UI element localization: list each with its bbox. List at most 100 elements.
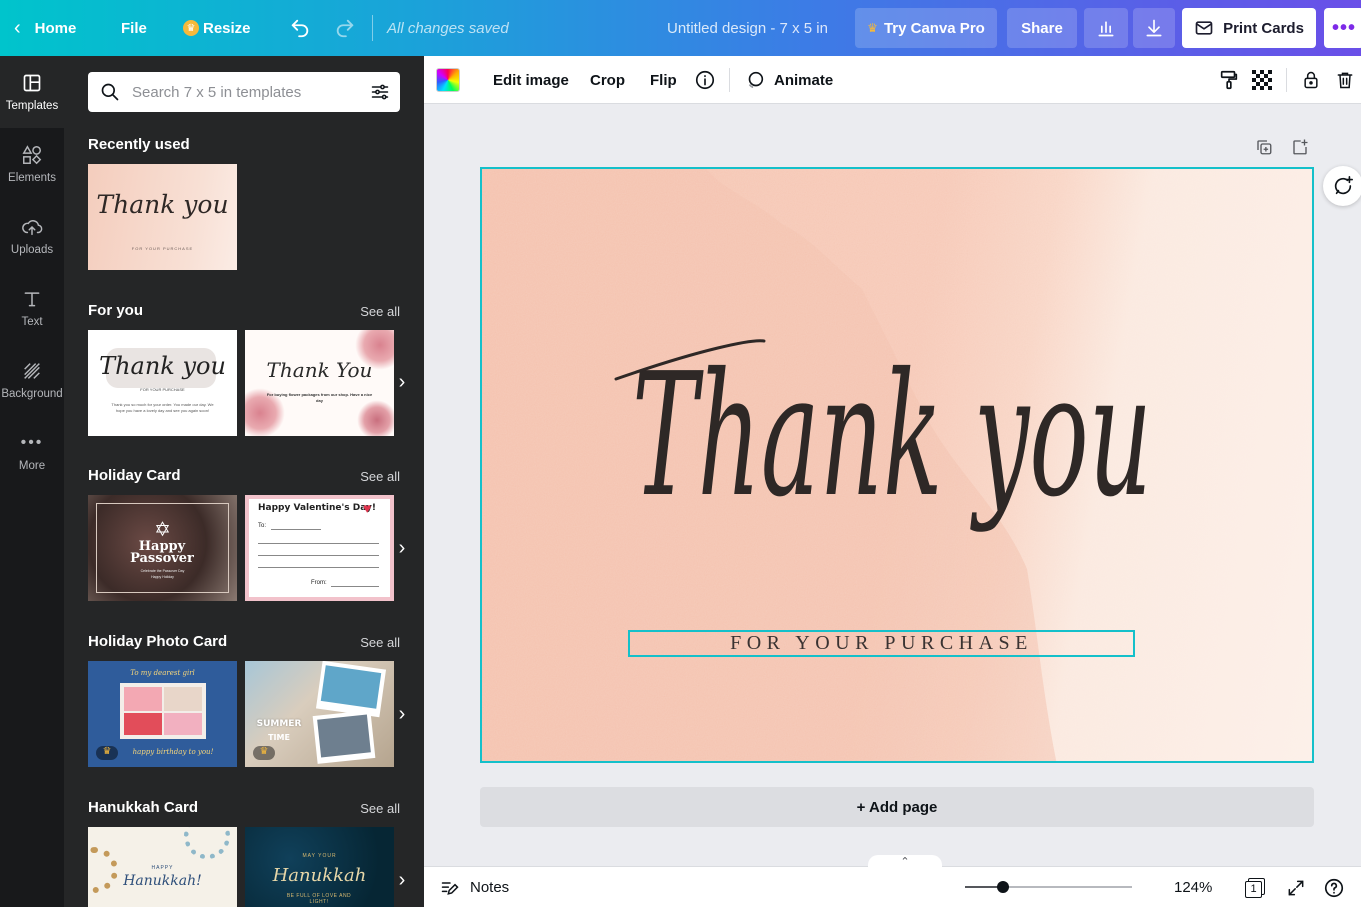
rule: [258, 567, 379, 568]
design-page[interactable]: Thank you FOR YOUR PURCHASE: [480, 167, 1314, 763]
thumb-title: Thank you: [99, 352, 226, 380]
duplicate-page-button[interactable]: [1255, 138, 1273, 161]
home-label: Home: [34, 19, 77, 37]
fullscreen-button[interactable]: [1286, 867, 1306, 907]
template-thumbnail[interactable]: Thank you FOR YOUR PURCHASE: [88, 164, 237, 270]
thumb-small: Happy Holiday: [151, 575, 174, 579]
section-title-for-you: For you: [88, 302, 143, 319]
rail-label: Text: [21, 316, 43, 328]
show-pages-toggle[interactable]: ⌃: [868, 855, 942, 869]
zoom-slider-knob[interactable]: [997, 881, 1010, 893]
template-thumbnail[interactable]: MAY YOUR Hanukkah BE FULL OF LOVE AND LI…: [245, 827, 394, 907]
rail-item-background[interactable]: Background: [0, 344, 64, 416]
thumb-title: Happy Valentine's Day!: [258, 503, 377, 513]
rail-item-more[interactable]: ••• More: [0, 416, 64, 488]
lock-button[interactable]: [1301, 56, 1321, 104]
template-thumbnail[interactable]: Thank you FOR YOUR PURCHASE Thank you so…: [88, 330, 237, 436]
page-count-button[interactable]: 1: [1245, 867, 1265, 907]
photo: [320, 665, 382, 709]
template-thumbnail[interactable]: SUMMER TIME ♛: [245, 661, 394, 767]
rail-item-uploads[interactable]: Uploads: [0, 200, 64, 272]
more-icon: •••: [20, 434, 44, 451]
fullscreen-icon: [1288, 880, 1304, 895]
trash-icon: [1337, 72, 1353, 89]
page-number: 1: [1245, 880, 1262, 898]
rule: [258, 555, 379, 556]
resize-button[interactable]: ♛ Resize: [183, 0, 251, 56]
see-all-link[interactable]: See all: [360, 801, 400, 816]
canvas-area: Thank you FOR YOUR PURCHASE + Add page: [424, 104, 1361, 866]
more-options-button[interactable]: •••: [1324, 8, 1361, 48]
template-thumbnail[interactable]: To my dearest girl ♛ happy birthday to y…: [88, 661, 237, 767]
try-pro-button[interactable]: ♛ Try Canva Pro: [855, 8, 997, 48]
animate-button[interactable]: Animate: [744, 56, 833, 104]
thumb-text-a: HAPPY: [151, 865, 174, 871]
file-menu[interactable]: File: [121, 0, 147, 56]
thank-you-script: Thank you: [614, 337, 1152, 535]
thumb-top-text: To my dearest girl: [130, 669, 195, 677]
section-title-recent: Recently used: [88, 136, 190, 153]
see-all-link[interactable]: See all: [360, 635, 400, 650]
thumb-to: To:: [258, 523, 267, 529]
divider: [1286, 68, 1287, 92]
document-title[interactable]: Untitled design - 7 x 5 in: [667, 0, 828, 56]
add-page-button[interactable]: + Add page: [480, 787, 1314, 827]
copy-style-button[interactable]: [1218, 56, 1240, 104]
chevron-up-icon: ⌃: [900, 856, 910, 868]
photo: [164, 687, 202, 711]
home-button[interactable]: ‹ Home: [14, 0, 76, 56]
print-cards-button[interactable]: Print Cards: [1182, 8, 1316, 48]
color-picker-swatch[interactable]: [436, 68, 460, 92]
upload-icon: [21, 216, 43, 238]
zoom-level[interactable]: 124%: [1174, 867, 1212, 907]
chevron-right-icon[interactable]: ›: [392, 694, 412, 734]
rail-item-text[interactable]: Text: [0, 272, 64, 344]
chevron-right-icon[interactable]: ›: [392, 362, 412, 402]
crown-icon: ♛: [96, 746, 118, 760]
template-thumbnail[interactable]: ✡ Happy Passover Celebrate the Passover …: [88, 495, 237, 601]
chevron-right-icon[interactable]: ›: [392, 528, 412, 568]
rail-label: Elements: [8, 172, 56, 184]
edit-image-button[interactable]: Edit image: [493, 56, 569, 104]
filter-icon[interactable]: [370, 82, 390, 102]
redo-button[interactable]: [334, 0, 356, 56]
template-thumbnail[interactable]: HAPPY Hanukkah!: [88, 827, 237, 907]
chevron-left-icon: ‹: [14, 16, 21, 39]
see-all-link[interactable]: See all: [360, 304, 400, 319]
paint-roller-icon: [1220, 70, 1238, 90]
notes-button[interactable]: Notes: [440, 867, 509, 907]
search-input[interactable]: Search 7 x 5 in templates: [132, 84, 301, 101]
info-button[interactable]: [694, 56, 716, 104]
add-comment-button[interactable]: [1323, 166, 1361, 206]
section-title-holiday-photo: Holiday Photo Card: [88, 633, 228, 650]
transparency-button[interactable]: [1252, 56, 1272, 104]
template-search[interactable]: Search 7 x 5 in templates: [88, 72, 400, 112]
rail-label: More: [18, 460, 46, 472]
rail-item-templates[interactable]: Templates: [0, 56, 64, 128]
share-button[interactable]: Share: [1007, 8, 1077, 48]
crown-icon: ♛: [253, 746, 275, 760]
add-page-icon: [1293, 139, 1308, 155]
design-subtitle[interactable]: FOR YOUR PURCHASE: [628, 630, 1135, 657]
delete-button[interactable]: [1335, 56, 1355, 104]
template-thumbnail[interactable]: Happy Valentine's Day! ♥ To: From:: [245, 495, 394, 601]
rail-item-elements[interactable]: Elements: [0, 128, 64, 200]
zoom-slider[interactable]: [965, 886, 1132, 888]
add-page-icon-button[interactable]: [1291, 138, 1309, 161]
photo: [317, 714, 371, 758]
thumb-from: From:: [311, 580, 327, 586]
template-thumbnail[interactable]: Thank You For buying flower packages fro…: [245, 330, 394, 436]
rail-label: Background: [1, 388, 63, 400]
info-icon: [695, 70, 715, 90]
undo-button[interactable]: [289, 0, 311, 56]
help-button[interactable]: [1323, 867, 1345, 907]
undo-icon: [291, 19, 309, 38]
download-button[interactable]: [1133, 8, 1175, 48]
design-title[interactable]: Thank you: [632, 337, 1152, 535]
crop-button[interactable]: Crop: [590, 56, 625, 104]
see-all-link[interactable]: See all: [360, 469, 400, 484]
flip-button[interactable]: Flip: [650, 56, 677, 104]
chevron-right-icon[interactable]: ›: [392, 860, 412, 900]
insights-button[interactable]: [1084, 8, 1128, 48]
transparency-icon: [1252, 70, 1272, 90]
